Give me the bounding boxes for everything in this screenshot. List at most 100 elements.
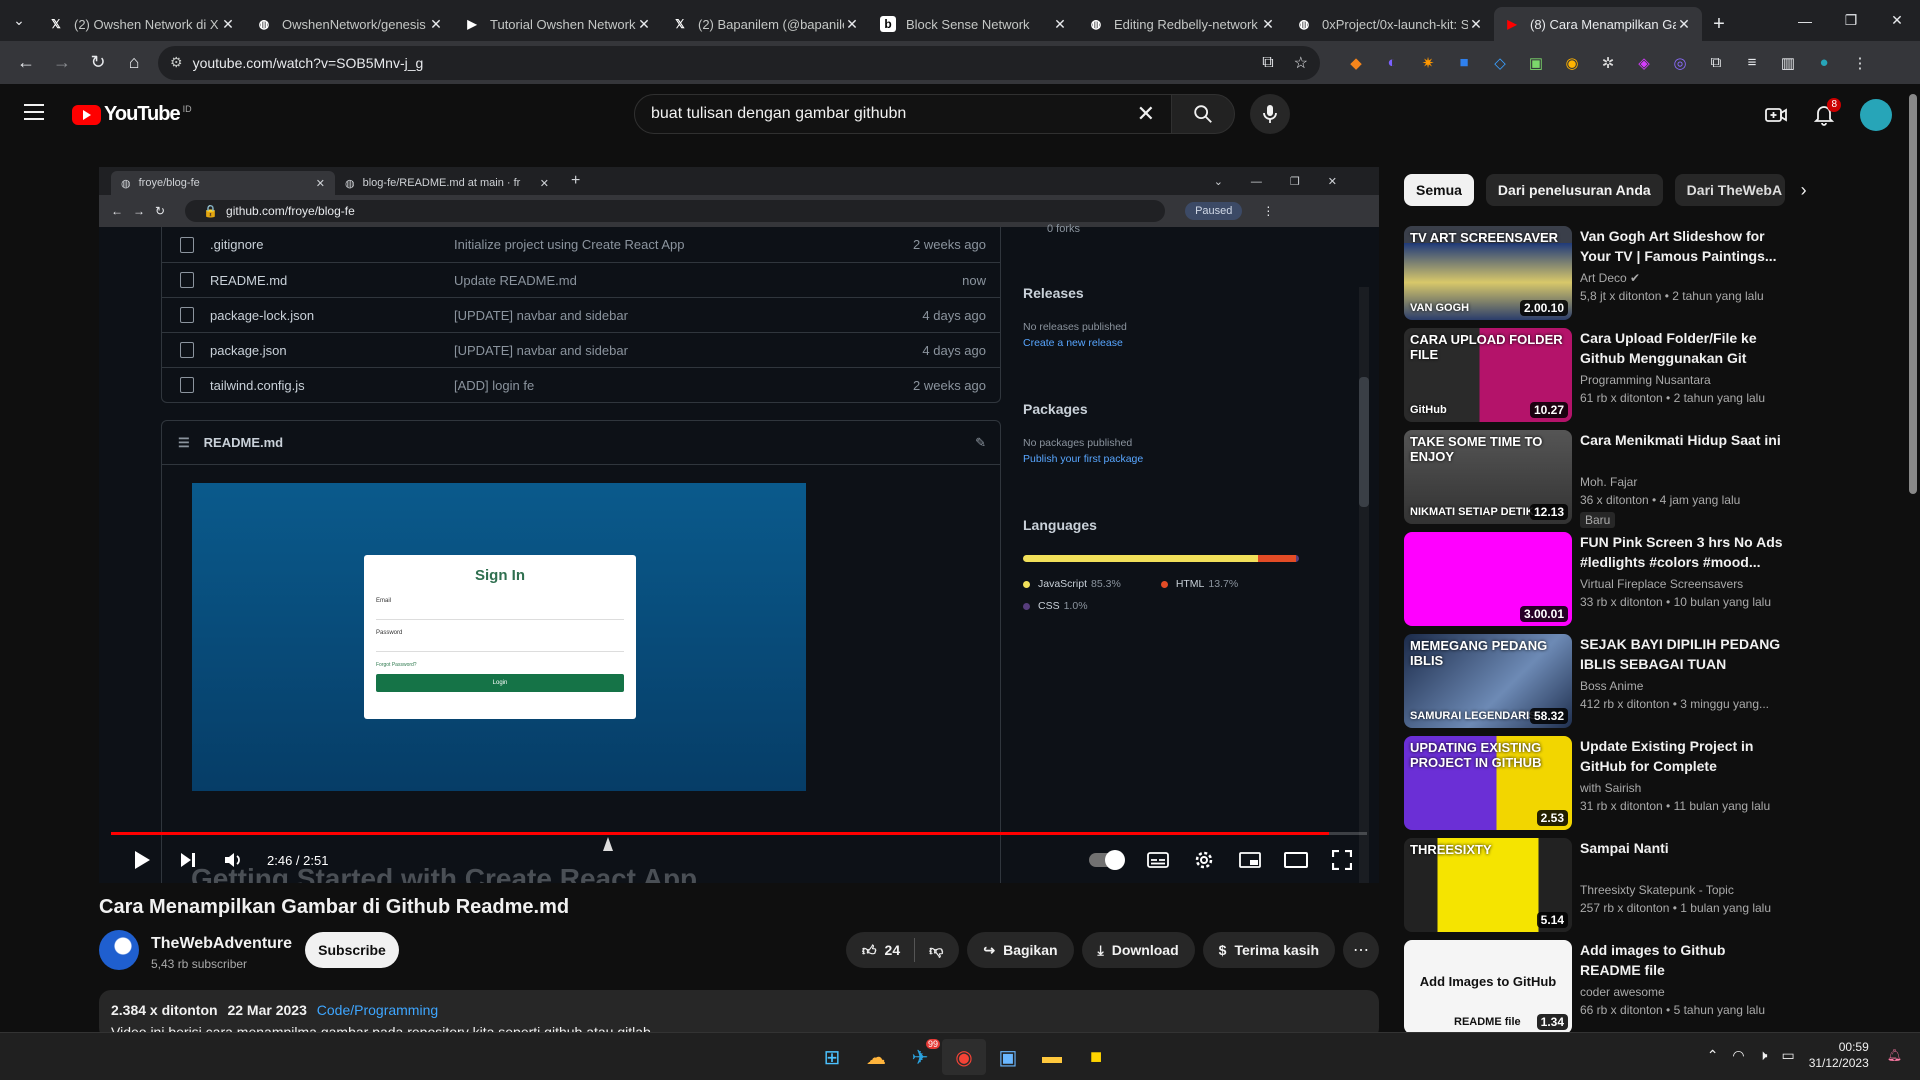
extension-icon-10[interactable]: ◎ [1662,48,1698,78]
video-player[interactable]: ◍ froye/blog-fe ✕ ◍ blog-fe/README.md at… [99,167,1379,883]
video-thumbnail[interactable]: UPDATING EXISTING PROJECT IN GITHUB 2.53 [1404,736,1572,830]
extension-icon-4[interactable]: ■ [1446,48,1482,78]
share-button[interactable]: ↪ Bagikan [967,932,1074,968]
category-link[interactable]: Code/Programming [317,1002,438,1018]
chip-from-search[interactable]: Dari penelusuran Anda [1485,174,1663,206]
autoplay-toggle[interactable] [1089,850,1125,870]
voice-search-button[interactable] [1250,94,1290,134]
download-button[interactable]: ⤓ Download [1081,932,1195,968]
back-button[interactable]: ← [8,45,44,81]
reload-button[interactable]: ↻ [80,45,116,81]
video-thumbnail[interactable]: TV ART SCREENSAVER VAN GOGH 2.00.10 [1404,226,1572,320]
recommended-channel[interactable]: Programming Nusantara [1580,373,1711,387]
browser-tab[interactable]: ▶ Tutorial Owshen Network ✕ [454,7,662,41]
video-thumbnail[interactable]: CARA UPLOAD FOLDER FILE GitHub 10.27 [1404,328,1572,422]
new-tab-button[interactable]: + [1702,7,1736,41]
minimize-button[interactable]: — [1782,0,1828,41]
close-tab-icon[interactable]: ✕ [636,16,652,33]
recommended-video[interactable]: UPDATING EXISTING PROJECT IN GITHUB 2.53 U… [1404,736,1784,838]
media-control-icon[interactable]: ≡ [1734,48,1770,78]
guide-menu-icon[interactable] [24,104,44,120]
recommended-title[interactable]: Add images to Github README file [1580,940,1784,980]
recommended-title[interactable]: Cara Menikmati Hidup Saat ini [1580,430,1784,450]
chevron-right-icon[interactable]: › [1801,180,1807,201]
close-tab-icon[interactable]: ✕ [1468,16,1484,33]
fullscreen-button[interactable] [1319,837,1365,883]
extension-icon-3[interactable]: ✷ [1410,48,1446,78]
forward-button[interactable]: → [44,45,80,81]
next-button[interactable] [165,837,211,883]
clock[interactable]: 00:59 31/12/2023 [1809,1039,1869,1071]
extensions-puzzle-icon[interactable]: ⧉ [1698,48,1734,78]
settings-button[interactable] [1181,837,1227,883]
extension-icon-8[interactable]: ✲ [1590,48,1626,78]
recommended-channel[interactable]: with Sairish [1580,781,1641,795]
side-panel-icon[interactable]: ▥ [1770,48,1806,78]
video-thumbnail[interactable]: THREESIXTY 5.14 [1404,838,1572,932]
recommended-title[interactable]: Sampai Nanti [1580,838,1784,858]
chrome-menu-icon[interactable]: ⋮ [1842,48,1878,78]
speaker-icon[interactable]: 🕨 [1759,1047,1768,1064]
play-button[interactable] [119,837,165,883]
recommended-channel[interactable]: Moh. Fajar [1580,475,1637,489]
chip-all[interactable]: Semua [1404,174,1474,206]
close-window-button[interactable]: ✕ [1874,0,1920,41]
recommended-channel[interactable]: Boss Anime [1580,679,1643,693]
video-thumbnail[interactable]: 3.00.01 [1404,532,1572,626]
recommended-video[interactable]: THREESIXTY 5.14 Sampai Nanti Threesixty Ska… [1404,838,1784,940]
page-scrollbar[interactable] [1906,84,1920,1034]
battery-icon[interactable]: ▭ [1781,1047,1794,1064]
close-tab-icon[interactable]: ✕ [844,16,860,33]
browser-tab[interactable]: ◍ OwshenNetwork/genesis ✕ [246,7,454,41]
restore-button[interactable]: ❐ [1828,0,1874,41]
metamask-extension-icon[interactable]: ◆ [1338,48,1374,78]
extension-icon-5[interactable]: ◇ [1482,48,1518,78]
close-tab-icon[interactable]: ✕ [428,16,444,33]
recommended-video[interactable]: Add Images to GitHub README file 1.34 Add i… [1404,940,1784,1042]
theater-mode-button[interactable] [1273,837,1319,883]
recommended-video[interactable]: TV ART SCREENSAVER VAN GOGH 2.00.10 Van Gog… [1404,226,1784,328]
close-tab-icon[interactable]: ✕ [220,16,236,33]
extension-icon-7[interactable]: ◉ [1554,48,1590,78]
browser-tab[interactable]: ◍ 0xProject/0x-launch-kit: S ✕ [1286,7,1494,41]
tab-search-button[interactable]: ⌄ [0,0,38,41]
install-app-icon[interactable]: ⧉ [1262,54,1273,72]
recommended-channel[interactable]: Threesixty Skatepunk - Topic [1580,883,1734,897]
profile-avatar-icon[interactable]: ● [1806,48,1842,78]
subtitles-button[interactable] [1135,837,1181,883]
recommended-video[interactable]: MEMEGANG PEDANG IBLIS SAMURAI LEGENDARIS 5… [1404,634,1784,736]
recommended-channel[interactable]: Art Deco ✔ [1580,271,1640,285]
recommended-channel[interactable]: coder awesome [1580,985,1665,999]
video-thumbnail[interactable]: MEMEGANG PEDANG IBLIS SAMURAI LEGENDARIS 5… [1404,634,1572,728]
browser-tab[interactable]: 𝕏 (2) Bapanilem (@bapanile ✕ [662,7,870,41]
youtube-logo[interactable]: YouTube ID [72,103,192,126]
notification-bell-icon[interactable]: 🔔︎ [1887,1048,1902,1062]
widgets-icon[interactable]: ☁ [854,1039,898,1075]
site-info-icon[interactable]: ⚙ [170,54,183,71]
chip-from-channel[interactable]: Dari TheWebA [1674,174,1785,206]
account-avatar[interactable] [1860,99,1892,131]
video-thumbnail[interactable]: TAKE SOME TIME TO ENJOY NIKMATI SETIAP DE… [1404,430,1572,524]
recommended-title[interactable]: FUN Pink Screen 3 hrs No Ads #ledlights … [1580,532,1784,572]
miniplayer-button[interactable] [1227,837,1273,883]
extension-icon-2[interactable]: ◐ [1374,48,1410,78]
browser-tab[interactable]: ◍ Editing Redbelly-network ✕ [1078,7,1286,41]
search-input[interactable]: buat tulisan dengan gambar githubn [651,105,1137,123]
subscribe-button[interactable]: Subscribe [305,932,399,968]
chrome-icon[interactable]: ◉ [942,1039,986,1075]
extension-icon-9[interactable]: ◈ [1626,48,1662,78]
close-tab-icon[interactable]: ✕ [1260,16,1276,33]
home-button[interactable]: ⌂ [116,45,152,81]
notifications-button[interactable]: 8 [1804,95,1844,135]
file-explorer-icon[interactable]: ▬ [1030,1039,1074,1075]
browser-tab[interactable]: b Block Sense Network ✕ [870,7,1078,41]
recommended-title[interactable]: Van Gogh Art Slideshow for Your TV | Fam… [1580,226,1784,266]
search-button[interactable] [1171,94,1235,134]
channel-name[interactable]: TheWebAdventure [151,935,292,953]
sticky-notes-icon[interactable]: ■ [1074,1039,1118,1075]
close-tab-icon[interactable]: ✕ [1676,16,1692,33]
progress-bar[interactable] [111,832,1367,835]
more-actions-button[interactable]: ⋯ [1343,932,1379,968]
address-bar[interactable]: ⚙ youtube.com/watch?v=SOB5Mnv-j_g ⧉ ☆ [158,45,1320,80]
search-box[interactable]: buat tulisan dengan gambar githubn ✕ [634,94,1172,134]
